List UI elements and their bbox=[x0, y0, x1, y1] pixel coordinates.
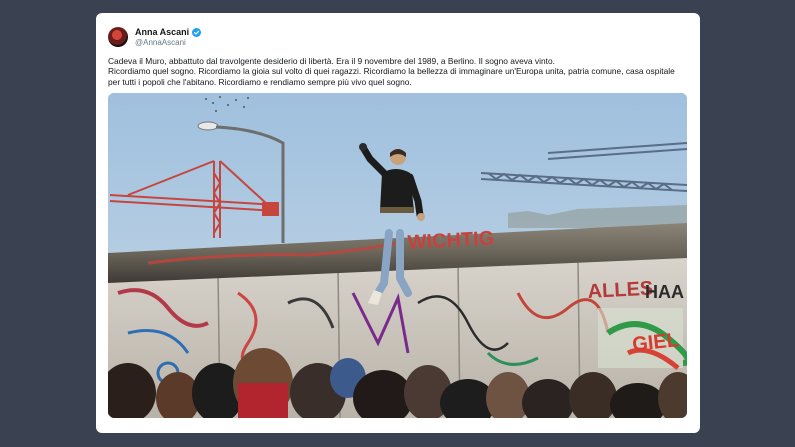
graffiti-text: HAA bbox=[645, 282, 684, 302]
tweet-text-line: per tutti i popoli che l'abitano. Ricord… bbox=[108, 76, 412, 87]
tweet-photo[interactable]: ALLES HAA GIEL WICHTIG bbox=[108, 93, 687, 418]
berlin-wall-photo: ALLES HAA GIEL WICHTIG bbox=[108, 93, 687, 418]
graffiti-text: ALLES bbox=[587, 278, 654, 303]
tweet-text-line: Cadeva il Muro, abbattuto dal travolgent… bbox=[108, 56, 555, 66]
tweet-card: Anna Ascani @AnnaAscani Cadeva il Muro, … bbox=[96, 13, 700, 433]
tweet-text-line: Ricordiamo quel sogno. Ricordiamo la gio… bbox=[108, 66, 675, 77]
verified-badge-icon bbox=[192, 27, 202, 37]
author-name-row: Anna Ascani bbox=[135, 27, 202, 37]
tweet-text: Cadeva il Muro, abbattuto dal travolgent… bbox=[108, 56, 692, 87]
author-handle[interactable]: @AnnaAscani bbox=[135, 38, 186, 47]
author-avatar[interactable] bbox=[108, 27, 128, 47]
author-display-name[interactable]: Anna Ascani bbox=[135, 27, 189, 37]
graffiti-text: WICHTIG bbox=[407, 227, 495, 254]
